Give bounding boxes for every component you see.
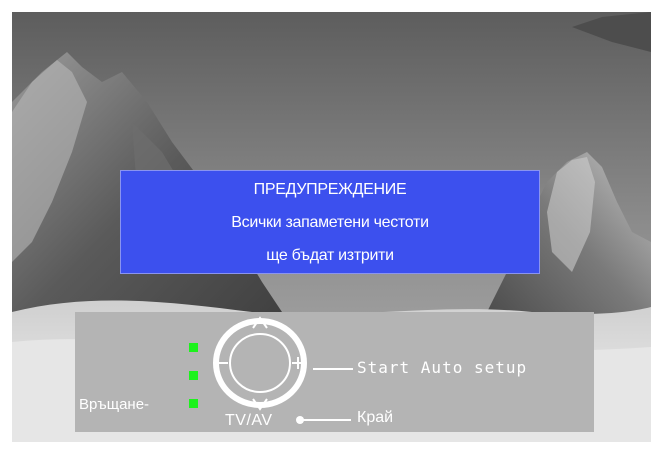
led-indicator-middle [189, 371, 198, 380]
return-label[interactable]: Връщане- [79, 396, 149, 413]
tvav-connector-line [303, 419, 351, 421]
warning-message-line2: ще бъдат изтрити [266, 247, 394, 264]
tv-screen: ПРЕДУПРЕЖДЕНИЕ Всички запаметени честоти… [12, 12, 651, 442]
control-panel: Връщане- Start Auto setup TV/AV Край [75, 312, 594, 432]
led-indicator-bottom [189, 399, 198, 408]
exit-label[interactable]: Край [357, 409, 393, 427]
warning-title: ПРЕДУПРЕЖДЕНИЕ [253, 181, 407, 198]
warning-message-line1: Всички запаметени честоти [231, 214, 429, 231]
start-auto-setup-label[interactable]: Start Auto setup [357, 358, 527, 377]
warning-dialog: ПРЕДУПРЕЖДЕНИЕ Всички запаметени честоти… [120, 170, 540, 274]
joystick-icon[interactable] [208, 314, 312, 412]
start-connector-line [313, 368, 353, 370]
led-indicator-top [189, 343, 198, 352]
tvav-label[interactable]: TV/AV [225, 412, 273, 430]
